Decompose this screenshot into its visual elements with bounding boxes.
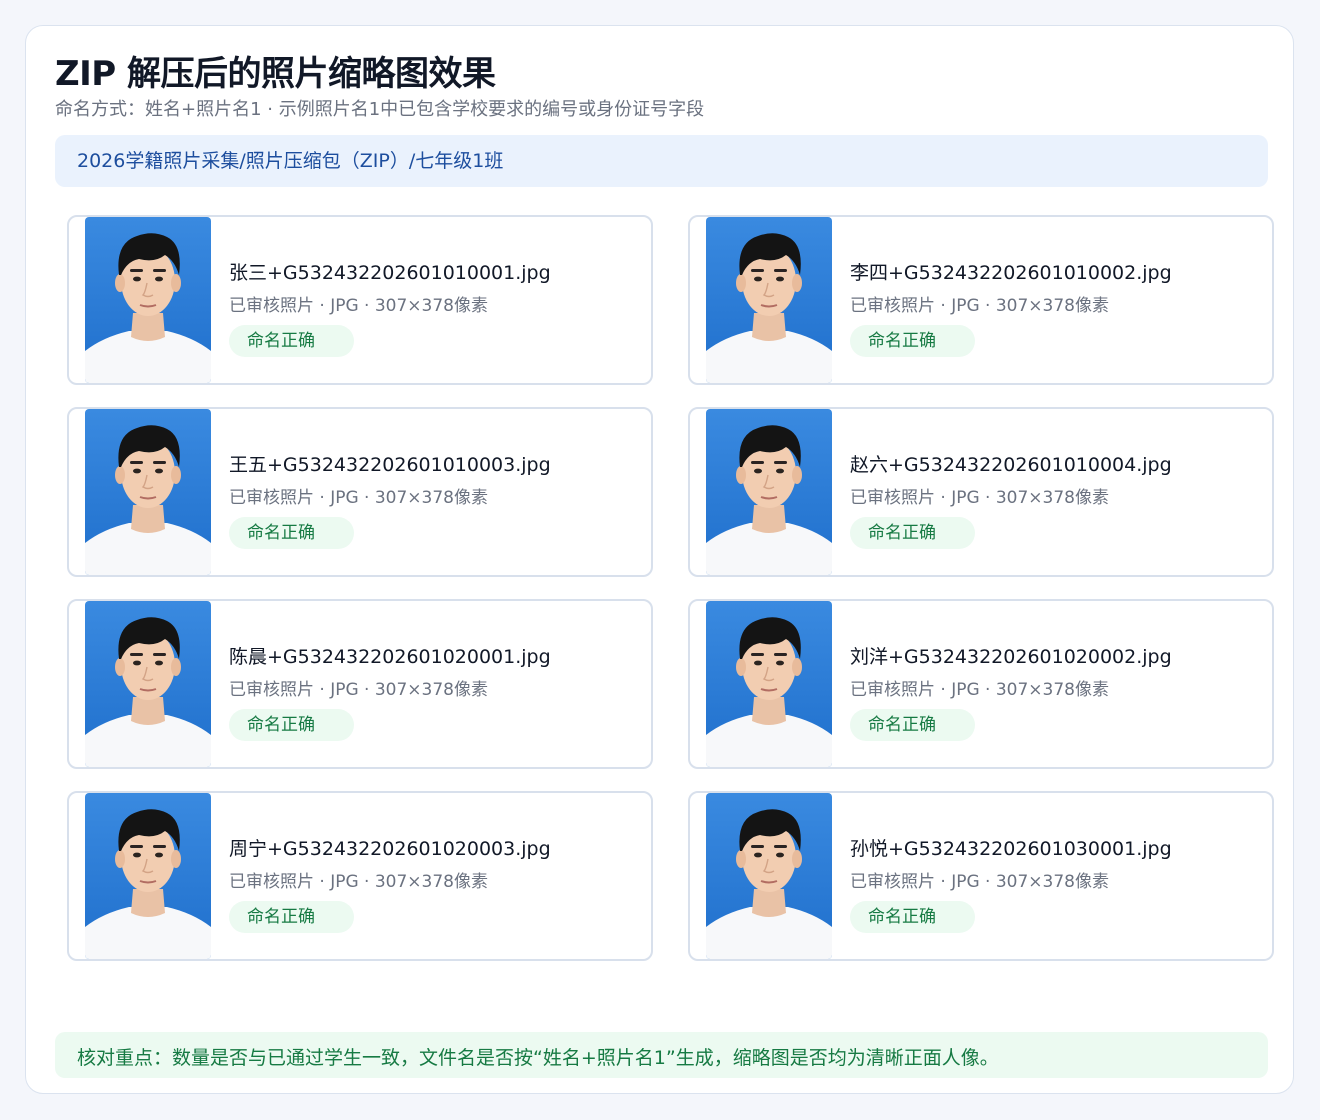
naming-status-badge: 命名正确	[850, 709, 975, 741]
photo-filename: 周宁+G532432202601020003.jpg	[229, 838, 551, 860]
verification-note: 核对重点：数量是否与已通过学生一致，文件名是否按“姓名+照片名1”生成，缩略图是…	[55, 1032, 1268, 1078]
naming-status-badge: 命名正确	[850, 517, 975, 549]
photo-meta: 已审核照片 · JPG · 307×378像素	[850, 296, 1110, 316]
folder-path-breadcrumb: 2026学籍照片采集/照片压缩包（ZIP）/七年级1班	[55, 135, 1268, 187]
photo-meta: 已审核照片 · JPG · 307×378像素	[850, 872, 1110, 892]
photo-card[interactable]: 赵六+G532432202601010004.jpg 已审核照片 · JPG ·…	[688, 407, 1274, 577]
photo-thumbnail-grid: 张三+G532432202601010001.jpg 已审核照片 · JPG ·…	[67, 215, 1274, 963]
photo-filename: 张三+G532432202601010001.jpg	[229, 262, 551, 284]
student-photo-thumbnail[interactable]	[85, 217, 211, 383]
photo-meta: 已审核照片 · JPG · 307×378像素	[850, 488, 1110, 508]
photo-filename: 王五+G532432202601010003.jpg	[229, 454, 551, 476]
photo-card[interactable]: 张三+G532432202601010001.jpg 已审核照片 · JPG ·…	[67, 215, 653, 385]
photo-filename: 李四+G532432202601010002.jpg	[850, 262, 1172, 284]
page-title: ZIP 解压后的照片缩略图效果	[55, 54, 496, 94]
photo-filename: 刘洋+G532432202601020002.jpg	[850, 646, 1172, 668]
student-photo-thumbnail[interactable]	[706, 409, 832, 575]
photo-filename: 赵六+G532432202601010004.jpg	[850, 454, 1172, 476]
photo-meta: 已审核照片 · JPG · 307×378像素	[229, 296, 489, 316]
photo-meta: 已审核照片 · JPG · 307×378像素	[850, 680, 1110, 700]
photo-card[interactable]: 王五+G532432202601010003.jpg 已审核照片 · JPG ·…	[67, 407, 653, 577]
photo-filename: 陈晨+G532432202601020001.jpg	[229, 646, 551, 668]
photo-card[interactable]: 陈晨+G532432202601020001.jpg 已审核照片 · JPG ·…	[67, 599, 653, 769]
naming-status-badge: 命名正确	[850, 901, 975, 933]
photo-card[interactable]: 刘洋+G532432202601020002.jpg 已审核照片 · JPG ·…	[688, 599, 1274, 769]
photo-card[interactable]: 李四+G532432202601010002.jpg 已审核照片 · JPG ·…	[688, 215, 1274, 385]
naming-status-badge: 命名正确	[850, 325, 975, 357]
photo-meta: 已审核照片 · JPG · 307×378像素	[229, 680, 489, 700]
photo-meta: 已审核照片 · JPG · 307×378像素	[229, 488, 489, 508]
naming-status-badge: 命名正确	[229, 901, 354, 933]
student-photo-thumbnail[interactable]	[85, 793, 211, 959]
photo-preview-panel: ZIP 解压后的照片缩略图效果 命名方式：姓名+照片名1 · 示例照片名1中已包…	[25, 25, 1294, 1094]
photo-card[interactable]: 周宁+G532432202601020003.jpg 已审核照片 · JPG ·…	[67, 791, 653, 961]
naming-status-badge: 命名正确	[229, 517, 354, 549]
student-photo-thumbnail[interactable]	[706, 601, 832, 767]
naming-status-badge: 命名正确	[229, 709, 354, 741]
photo-card[interactable]: 孙悦+G532432202601030001.jpg 已审核照片 · JPG ·…	[688, 791, 1274, 961]
student-photo-thumbnail[interactable]	[706, 793, 832, 959]
student-photo-thumbnail[interactable]	[85, 601, 211, 767]
student-photo-thumbnail[interactable]	[706, 217, 832, 383]
photo-meta: 已审核照片 · JPG · 307×378像素	[229, 872, 489, 892]
page-subtitle: 命名方式：姓名+照片名1 · 示例照片名1中已包含学校要求的编号或身份证号字段	[55, 99, 705, 120]
naming-status-badge: 命名正确	[229, 325, 354, 357]
photo-filename: 孙悦+G532432202601030001.jpg	[850, 838, 1172, 860]
student-photo-thumbnail[interactable]	[85, 409, 211, 575]
